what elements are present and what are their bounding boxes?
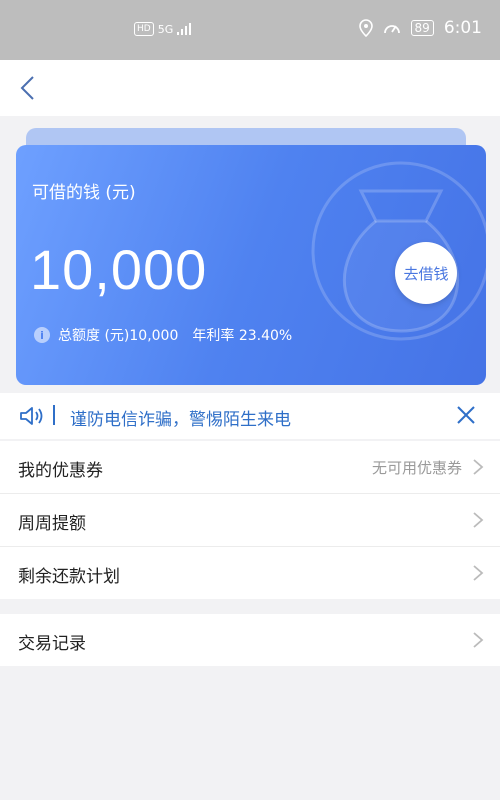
network-label: 5G [157, 22, 174, 36]
menu-item-repayment-plan[interactable]: 剩余还款计划 [0, 547, 500, 599]
available-label: 可借的钱 (元) [32, 183, 136, 203]
nav-bar [0, 60, 500, 116]
loan-card: 可借的钱 (元) 10,000 去借钱 i 总额度 (元)10,000 年利率 … [16, 145, 486, 385]
total-limit: 总额度 (元)10,000 [58, 328, 179, 344]
chevron-right-icon [473, 512, 484, 528]
network-indicator: HD 5G [134, 22, 192, 36]
close-icon[interactable] [456, 405, 476, 425]
chevron-right-icon [473, 459, 484, 475]
location-icon [358, 19, 373, 37]
hd-badge: HD [134, 22, 154, 36]
menu-item-value: 无可用优惠券 [371, 459, 462, 477]
menu-item-label: 交易记录 [18, 634, 86, 654]
speaker-icon [20, 407, 43, 425]
info-icon[interactable]: i [34, 327, 50, 343]
menu-item-weekly-increase[interactable]: 周周提额 [0, 494, 500, 547]
chevron-right-icon [473, 565, 484, 581]
fraud-notice: 谨防电信诈骗，警惕陌生来电 [0, 393, 500, 439]
menu-item-label: 我的优惠券 [18, 461, 103, 481]
battery-indicator: 89 [410, 20, 434, 36]
menu-item-transactions[interactable]: 交易记录 [0, 614, 500, 666]
menu-item-label: 剩余还款计划 [18, 567, 120, 587]
card-info-line: i 总额度 (元)10,000 年利率 23.40% [34, 325, 292, 345]
signal-icon [177, 23, 192, 35]
notice-divider [53, 405, 55, 425]
menu-item-label: 周周提额 [18, 514, 86, 534]
menu-item-coupons[interactable]: 我的优惠券 无可用优惠券 [0, 441, 500, 494]
annual-rate: 年利率 23.40% [192, 328, 293, 344]
speed-icon [383, 25, 400, 34]
back-icon[interactable] [16, 74, 40, 102]
menu-list-secondary: 交易记录 [0, 614, 500, 666]
chevron-right-icon [473, 632, 484, 648]
menu-list: 我的优惠券 无可用优惠券 周周提额 剩余还款计划 [0, 441, 500, 599]
borrow-button[interactable]: 去借钱 [395, 242, 457, 304]
notice-text: 谨防电信诈骗，警惕陌生来电 [70, 410, 291, 430]
status-bar: HD 5G 89 6:01 [0, 0, 500, 60]
status-time: 6:01 [443, 18, 482, 38]
available-amount: 10,000 [30, 238, 208, 301]
